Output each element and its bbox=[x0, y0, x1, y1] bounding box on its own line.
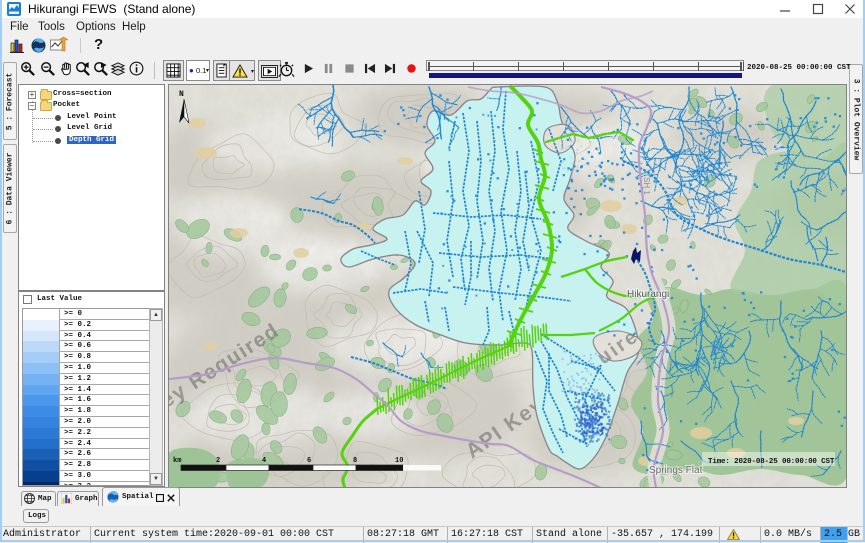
svg-text:10: 10 bbox=[395, 457, 403, 465]
svg-text:Hikurangi: Hikurangi bbox=[627, 289, 669, 300]
svg-text:4: 4 bbox=[262, 457, 266, 465]
svg-text:km: km bbox=[173, 457, 181, 465]
svg-text:2: 2 bbox=[216, 457, 220, 465]
svg-text:Springs Flat: Springs Flat bbox=[649, 465, 703, 476]
svg-text:6: 6 bbox=[307, 457, 311, 465]
svg-text:Time: 2020-08-25 00:00:00 CST: Time: 2020-08-25 00:00:00 CST bbox=[708, 458, 835, 466]
svg-text:N: N bbox=[179, 90, 184, 99]
svg-text:8: 8 bbox=[353, 457, 357, 465]
svg-text:SH 1: SH 1 bbox=[642, 177, 651, 195]
